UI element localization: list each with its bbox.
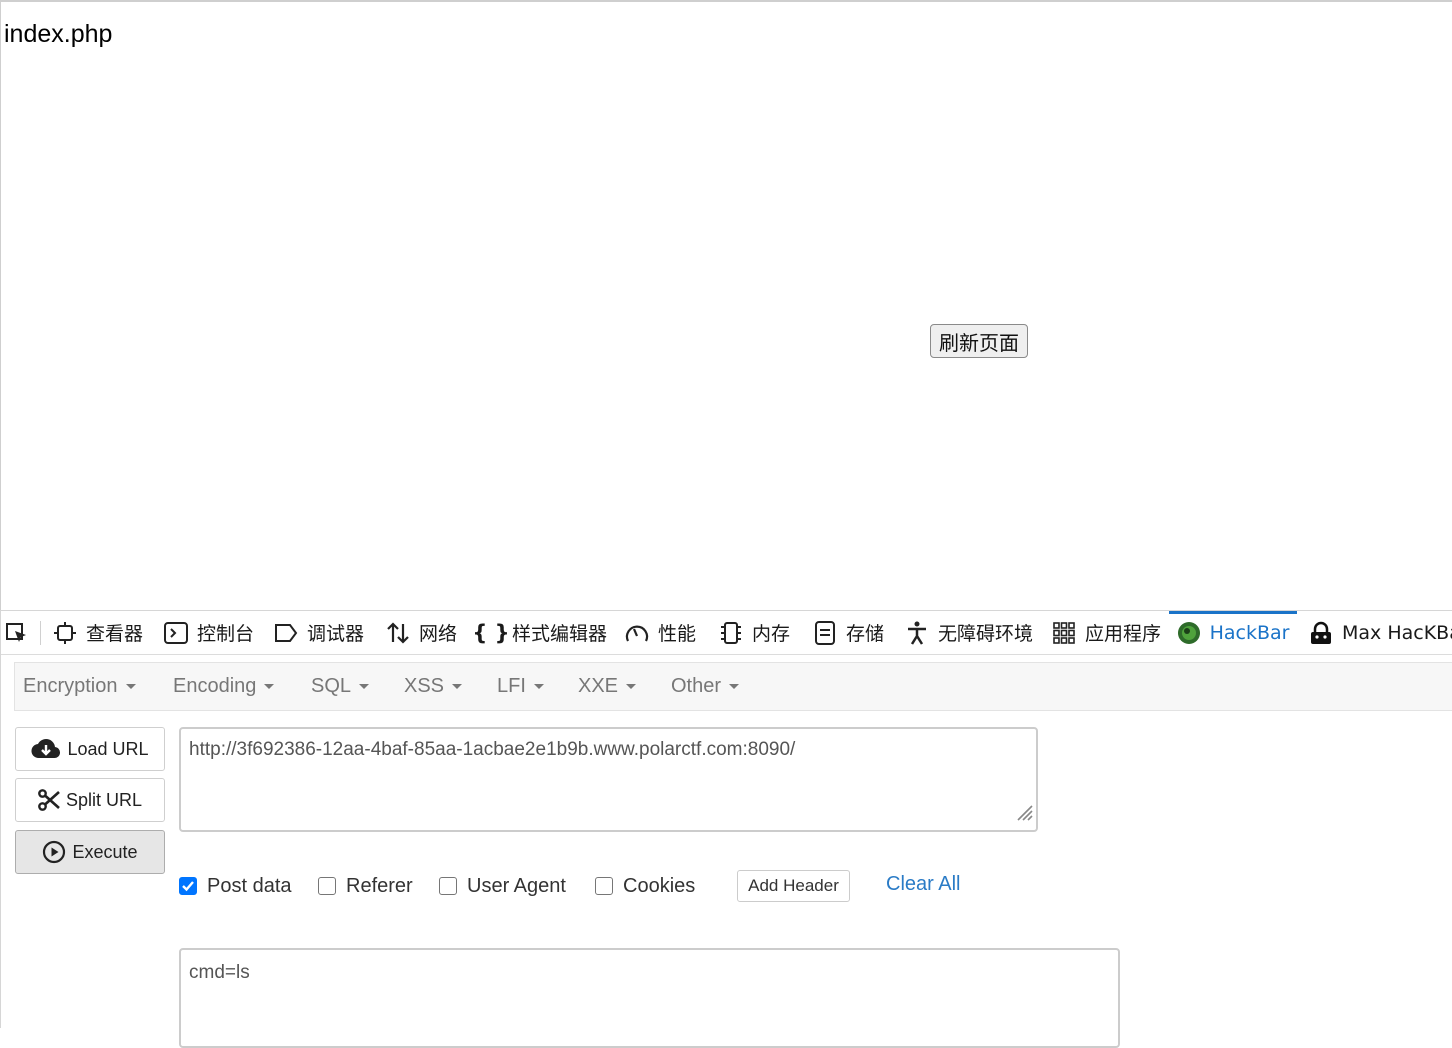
referer-label: Referer bbox=[346, 874, 413, 897]
caret-down-icon bbox=[626, 684, 637, 689]
menu-label: SQL bbox=[311, 675, 352, 697]
performance-icon bbox=[625, 621, 649, 645]
caret-down-icon bbox=[359, 684, 370, 689]
menu-sql[interactable]: SQL bbox=[311, 663, 370, 710]
referer-checkbox[interactable] bbox=[318, 877, 336, 895]
tab-label: HackBar bbox=[1209, 621, 1290, 644]
cookies-label: Cookies bbox=[623, 874, 696, 897]
menu-xxe[interactable]: XXE bbox=[578, 663, 637, 710]
hackbar-menubar: Encryption Encoding SQL XSS LFI XXE Othe… bbox=[14, 662, 1452, 711]
tab-label: 控制台 bbox=[197, 623, 255, 645]
menu-lfi[interactable]: LFI bbox=[497, 663, 544, 710]
tab-label: 存储 bbox=[846, 623, 885, 645]
tab-storage[interactable]: 存储 bbox=[813, 611, 884, 654]
post-data-toggle[interactable]: Post data bbox=[179, 869, 292, 903]
tab-label: 查看器 bbox=[86, 623, 144, 645]
add-header-button[interactable]: Add Header bbox=[737, 870, 850, 902]
tab-inspector[interactable]: 查看器 bbox=[53, 611, 143, 654]
devtools-tabbar: 查看器 控制台 调试器 网络 { } 样式编辑器 性能 内存 存储 无障碍环境 … bbox=[1, 611, 1452, 655]
hackbar-icon bbox=[1177, 621, 1201, 645]
caret-down-icon bbox=[533, 684, 544, 689]
tab-memory[interactable]: 内存 bbox=[719, 611, 790, 654]
application-icon bbox=[1052, 621, 1076, 645]
referer-toggle[interactable]: Referer bbox=[318, 869, 413, 903]
split-url-label: Split URL bbox=[65, 789, 143, 810]
cookies-checkbox[interactable] bbox=[595, 877, 613, 895]
element-picker-icon[interactable] bbox=[5, 611, 29, 654]
memory-icon bbox=[719, 621, 743, 645]
page-text: index.php bbox=[4, 20, 113, 48]
split-url-button[interactable]: Split URL bbox=[15, 778, 165, 822]
menu-label: Encoding bbox=[173, 675, 257, 697]
tab-label: 内存 bbox=[752, 623, 791, 645]
clear-all-link[interactable]: Clear All bbox=[886, 873, 960, 896]
tab-application[interactable]: 应用程序 bbox=[1052, 611, 1161, 654]
tab-style-editor[interactable]: { } 样式编辑器 bbox=[472, 611, 608, 654]
tab-hackbar[interactable]: HackBar bbox=[1169, 611, 1297, 654]
tab-label: 网络 bbox=[419, 623, 458, 645]
tab-accessibility[interactable]: 无障碍环境 bbox=[905, 611, 1033, 654]
tab-network[interactable]: 网络 bbox=[386, 611, 457, 654]
console-icon bbox=[164, 621, 188, 645]
tab-label: 无障碍环境 bbox=[938, 623, 1034, 645]
execute-label: Execute bbox=[72, 841, 138, 862]
tab-label: 样式编辑器 bbox=[512, 623, 608, 645]
tab-max-hackbar[interactable]: Max HacKBar bbox=[1309, 611, 1452, 654]
post-data-checkbox[interactable] bbox=[179, 877, 197, 895]
max-hackbar-icon bbox=[1309, 621, 1333, 645]
post-data-label: Post data bbox=[207, 874, 292, 897]
user-agent-checkbox[interactable] bbox=[439, 877, 457, 895]
menu-other[interactable]: Other bbox=[671, 663, 740, 710]
cookies-toggle[interactable]: Cookies bbox=[595, 869, 695, 903]
user-agent-label: User Agent bbox=[467, 874, 566, 897]
style-editor-icon: { } bbox=[472, 620, 510, 645]
cloud-download-icon bbox=[31, 738, 61, 760]
accessibility-icon bbox=[905, 621, 929, 645]
tab-console[interactable]: 控制台 bbox=[164, 611, 254, 654]
tab-separator bbox=[40, 621, 41, 645]
url-input[interactable]: http://3f692386-12aa-4baf-85aa-1acbae2e1… bbox=[179, 727, 1038, 832]
caret-down-icon bbox=[729, 684, 740, 689]
load-url-label: Load URL bbox=[67, 738, 149, 759]
execute-button[interactable]: Execute bbox=[15, 830, 165, 874]
inspector-icon bbox=[53, 621, 77, 645]
url-value: http://3f692386-12aa-4baf-85aa-1acbae2e1… bbox=[189, 739, 796, 760]
menu-encoding[interactable]: Encoding bbox=[173, 663, 275, 710]
tab-label: 性能 bbox=[658, 623, 697, 645]
scissors-icon bbox=[38, 789, 60, 811]
menu-label: Encryption bbox=[23, 675, 118, 697]
play-circle-icon bbox=[42, 840, 66, 864]
caret-down-icon bbox=[264, 684, 275, 689]
menu-label: XSS bbox=[404, 675, 445, 697]
menu-xss[interactable]: XSS bbox=[404, 663, 463, 710]
network-icon bbox=[386, 621, 410, 645]
debugger-icon bbox=[274, 621, 298, 645]
tab-debugger[interactable]: 调试器 bbox=[274, 611, 364, 654]
menu-label: Other bbox=[671, 675, 722, 697]
tab-label: 调试器 bbox=[307, 623, 365, 645]
menu-label: XXE bbox=[578, 675, 619, 697]
resize-grip-icon[interactable] bbox=[1012, 800, 1034, 828]
storage-icon bbox=[813, 620, 837, 645]
refresh-page-button[interactable]: 刷新页面 bbox=[930, 324, 1028, 358]
user-agent-toggle[interactable]: User Agent bbox=[439, 869, 566, 903]
tab-label: 应用程序 bbox=[1085, 623, 1162, 645]
post-data-value: cmd=ls bbox=[189, 962, 250, 983]
devtools-panel: 查看器 控制台 调试器 网络 { } 样式编辑器 性能 内存 存储 无障碍环境 … bbox=[0, 610, 1452, 1048]
menu-label: LFI bbox=[497, 675, 526, 697]
tab-performance[interactable]: 性能 bbox=[625, 611, 696, 654]
load-url-button[interactable]: Load URL bbox=[15, 727, 165, 771]
caret-down-icon bbox=[125, 684, 136, 689]
menu-encryption[interactable]: Encryption bbox=[23, 663, 136, 710]
post-data-input[interactable]: cmd=ls bbox=[179, 948, 1120, 1048]
tab-label: Max HacKBar bbox=[1342, 621, 1452, 644]
caret-down-icon bbox=[452, 684, 463, 689]
page-viewport: index.php 刷新页面 bbox=[0, 0, 1452, 610]
